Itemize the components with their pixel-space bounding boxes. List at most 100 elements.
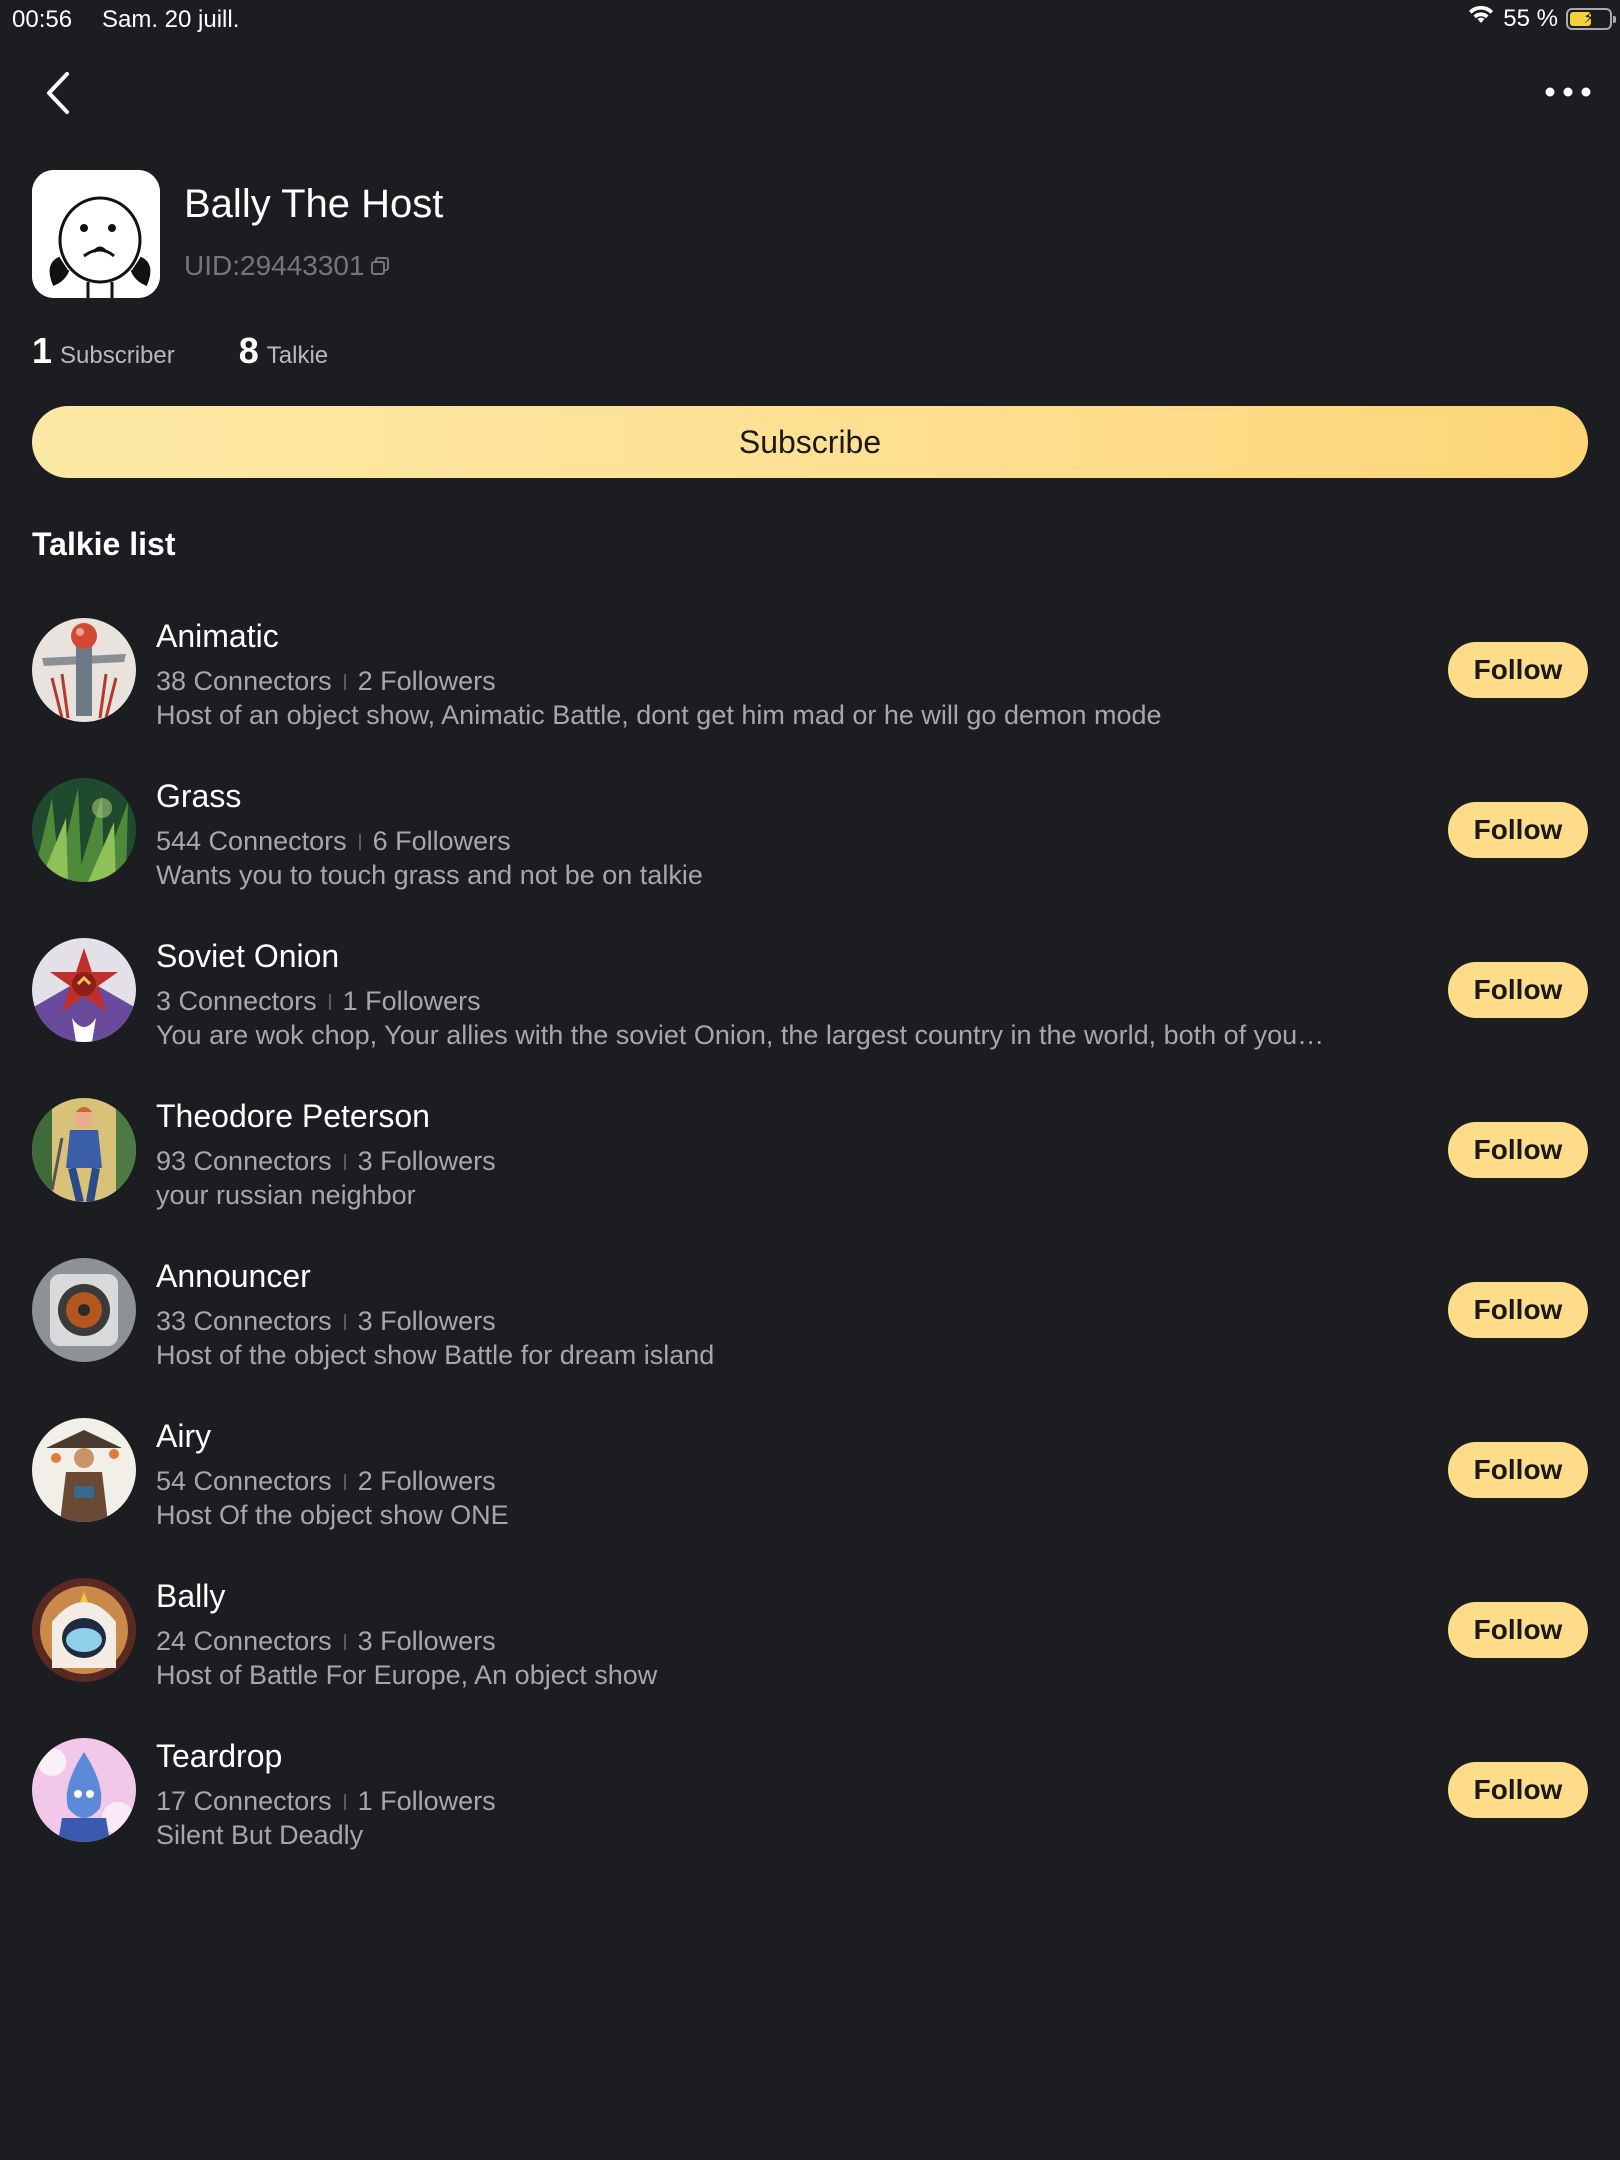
status-time: 00:56 [12, 6, 73, 33]
meta-divider [343, 1793, 346, 1810]
meta-divider [343, 1633, 346, 1650]
talkie-stats: 3 Connectors 1 Followers [156, 986, 481, 1017]
back-button[interactable] [38, 68, 78, 118]
talkie-description: Silent But Deadly [156, 1820, 364, 1850]
follow-button[interactable]: Follow [1448, 1762, 1588, 1818]
connectors-count: 33 Connectors [156, 1306, 332, 1336]
subscribers-label: Subscriber [60, 342, 175, 369]
talkie-name: Soviet Onion [156, 938, 340, 974]
meta-divider [343, 1153, 346, 1170]
meta-divider [343, 1473, 346, 1490]
battery-icon: ⚡ [1566, 7, 1616, 30]
talkie-name: Animatic [156, 618, 279, 654]
talkie-list-item[interactable]: Bally 24 Connectors 3 Followers Host of … [0, 1560, 1620, 1720]
talkie-stats: 17 Connectors 1 Followers [156, 1786, 496, 1817]
talkie-avatar[interactable] [32, 1258, 136, 1362]
chevron-left-icon [47, 72, 69, 114]
talkie-stats: 33 Connectors 3 Followers [156, 1306, 496, 1337]
connectors-count: 38 Connectors [156, 666, 332, 696]
talkie-name: Grass [156, 778, 242, 814]
talkie-list-item[interactable]: Grass 544 Connectors 6 Followers Wants y… [0, 760, 1620, 920]
talkie-stats: 93 Connectors 3 Followers [156, 1146, 496, 1177]
talkie-stats: 54 Connectors 2 Followers [156, 1466, 496, 1497]
follow-button[interactable]: Follow [1448, 962, 1588, 1018]
talkie-creator-profile-page: 00:56 Sam. 20 juill. 55 % ⚡ Bally The Ho… [0, 0, 1620, 2160]
talkie-stats: 24 Connectors 3 Followers [156, 1626, 496, 1657]
subscribers-count: 1 [32, 330, 53, 371]
ellipsis-icon [1545, 87, 1591, 97]
talkie-description: Host of the object show Battle for dream… [156, 1340, 715, 1370]
talkies-count: 8 [238, 330, 259, 371]
follow-button[interactable]: Follow [1448, 1122, 1588, 1178]
meta-divider [358, 833, 361, 850]
talkie-list-item[interactable]: Airy 54 Connectors 2 Followers Host Of t… [0, 1400, 1620, 1560]
profile-stats: 1 Subscriber 8 Talkie [32, 330, 328, 372]
talkie-avatar[interactable] [32, 938, 136, 1042]
talkie-stats: 38 Connectors 2 Followers [156, 666, 496, 697]
talkie-list-item[interactable]: Theodore Peterson 93 Connectors 3 Follow… [0, 1080, 1620, 1240]
talkie-avatar[interactable] [32, 1578, 136, 1682]
talkie-name: Airy [156, 1418, 212, 1454]
profile-uid[interactable]: UID:29443301 [184, 250, 391, 282]
talkie-description: Host Of the object show ONE [156, 1500, 509, 1530]
talkie-name: Announcer [156, 1258, 311, 1294]
subscribers-stat[interactable]: 1 Subscriber [32, 330, 175, 372]
profile-name: Bally The Host [184, 182, 444, 226]
followers-count: 1 Followers [357, 1786, 496, 1816]
connectors-count: 54 Connectors [156, 1466, 332, 1496]
followers-count: 6 Followers [372, 826, 511, 856]
talkie-list-item[interactable]: Announcer 33 Connectors 3 Followers Host… [0, 1240, 1620, 1400]
talkie-list-item[interactable]: Soviet Onion 3 Connectors 1 Followers Yo… [0, 920, 1620, 1080]
connectors-count: 24 Connectors [156, 1626, 332, 1656]
subscribe-button[interactable]: Subscribe [32, 406, 1588, 478]
followers-count: 1 Followers [342, 986, 481, 1016]
status-date: Sam. 20 juill. [102, 6, 240, 33]
wifi-icon [1467, 4, 1495, 33]
follow-button[interactable]: Follow [1448, 802, 1588, 858]
talkie-description: Wants you to touch grass and not be on t… [156, 860, 703, 890]
talkie-description: Host of Battle For Europe, An object sho… [156, 1660, 658, 1690]
battery-percent: 55 % [1503, 4, 1558, 32]
connectors-count: 17 Connectors [156, 1786, 332, 1816]
followers-count: 2 Followers [357, 1466, 496, 1496]
talkies-stat[interactable]: 8 Talkie [239, 330, 328, 372]
talkie-stats: 544 Connectors 6 Followers [156, 826, 511, 857]
talkie-name: Teardrop [156, 1738, 283, 1774]
meta-divider [328, 993, 331, 1010]
copy-icon[interactable] [369, 255, 391, 277]
charging-bolt-icon: ⚡ [1583, 9, 1595, 27]
follow-button[interactable]: Follow [1448, 1442, 1588, 1498]
talkies-label: Talkie [266, 342, 329, 369]
talkie-description: You are wok chop, Your allies with the s… [156, 1020, 1325, 1050]
talkie-name: Theodore Peterson [156, 1098, 430, 1134]
meta-divider [343, 1313, 346, 1330]
followers-count: 2 Followers [357, 666, 496, 696]
uid-text: UID:29443301 [184, 250, 365, 281]
followers-count: 3 Followers [357, 1146, 496, 1176]
talkie-list-title: Talkie list [32, 526, 176, 562]
talkie-description: your russian neighbor [156, 1180, 416, 1210]
more-options-button[interactable] [1538, 72, 1598, 112]
talkie-name: Bally [156, 1578, 226, 1614]
talkie-avatar[interactable] [32, 618, 136, 722]
profile-avatar[interactable] [32, 170, 160, 298]
followers-count: 3 Followers [357, 1626, 496, 1656]
connectors-count: 93 Connectors [156, 1146, 332, 1176]
status-bar: 00:56 Sam. 20 juill. 55 % ⚡ [0, 0, 1620, 40]
talkie-description: Host of an object show, Animatic Battle,… [156, 700, 1162, 730]
follow-button[interactable]: Follow [1448, 1282, 1588, 1338]
status-indicators: 55 % ⚡ [1467, 4, 1616, 33]
meta-divider [343, 673, 346, 690]
talkie-list-item[interactable]: Animatic 38 Connectors 2 Followers Host … [0, 600, 1620, 760]
talkie-avatar[interactable] [32, 778, 136, 882]
follow-button[interactable]: Follow [1448, 1602, 1588, 1658]
connectors-count: 544 Connectors [156, 826, 347, 856]
connectors-count: 3 Connectors [156, 986, 317, 1016]
talkie-avatar[interactable] [32, 1418, 136, 1522]
talkie-list-item[interactable]: Teardrop 17 Connectors 1 Followers Silen… [0, 1720, 1620, 1880]
talkie-avatar[interactable] [32, 1098, 136, 1202]
talkie-avatar[interactable] [32, 1738, 136, 1842]
followers-count: 3 Followers [357, 1306, 496, 1336]
follow-button[interactable]: Follow [1448, 642, 1588, 698]
talkie-list: Animatic 38 Connectors 2 Followers Host … [0, 600, 1620, 1880]
